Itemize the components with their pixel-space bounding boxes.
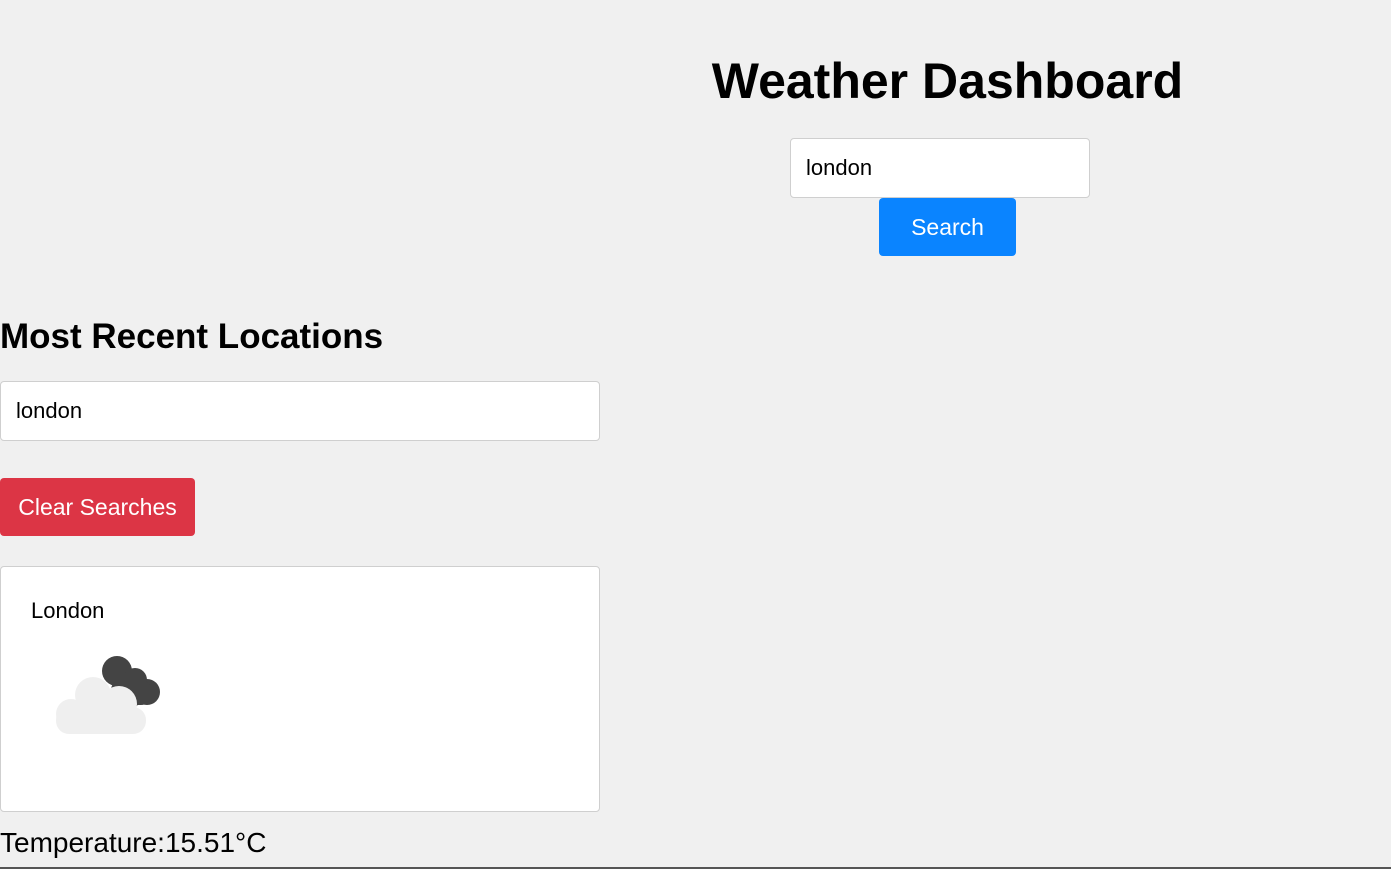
- page-title: Weather Dashboard: [711, 53, 1184, 109]
- weather-dashboard-page: Weather Dashboard Search Most Recent Loc…: [0, 0, 1391, 869]
- weather-card: London: [0, 566, 600, 812]
- search-button[interactable]: Search: [879, 198, 1016, 256]
- weather-city-name: London: [31, 598, 105, 623]
- recent-location-item[interactable]: london: [0, 381, 600, 441]
- broken-clouds-icon: [56, 656, 160, 734]
- recent-locations-heading: Most Recent Locations: [0, 317, 384, 356]
- temperature-text: Temperature:15.51°C: [0, 827, 267, 858]
- clear-searches-button[interactable]: Clear Searches: [0, 478, 195, 536]
- title-area: Weather Dashboard: [0, 0, 1391, 120]
- search-input[interactable]: [790, 138, 1090, 198]
